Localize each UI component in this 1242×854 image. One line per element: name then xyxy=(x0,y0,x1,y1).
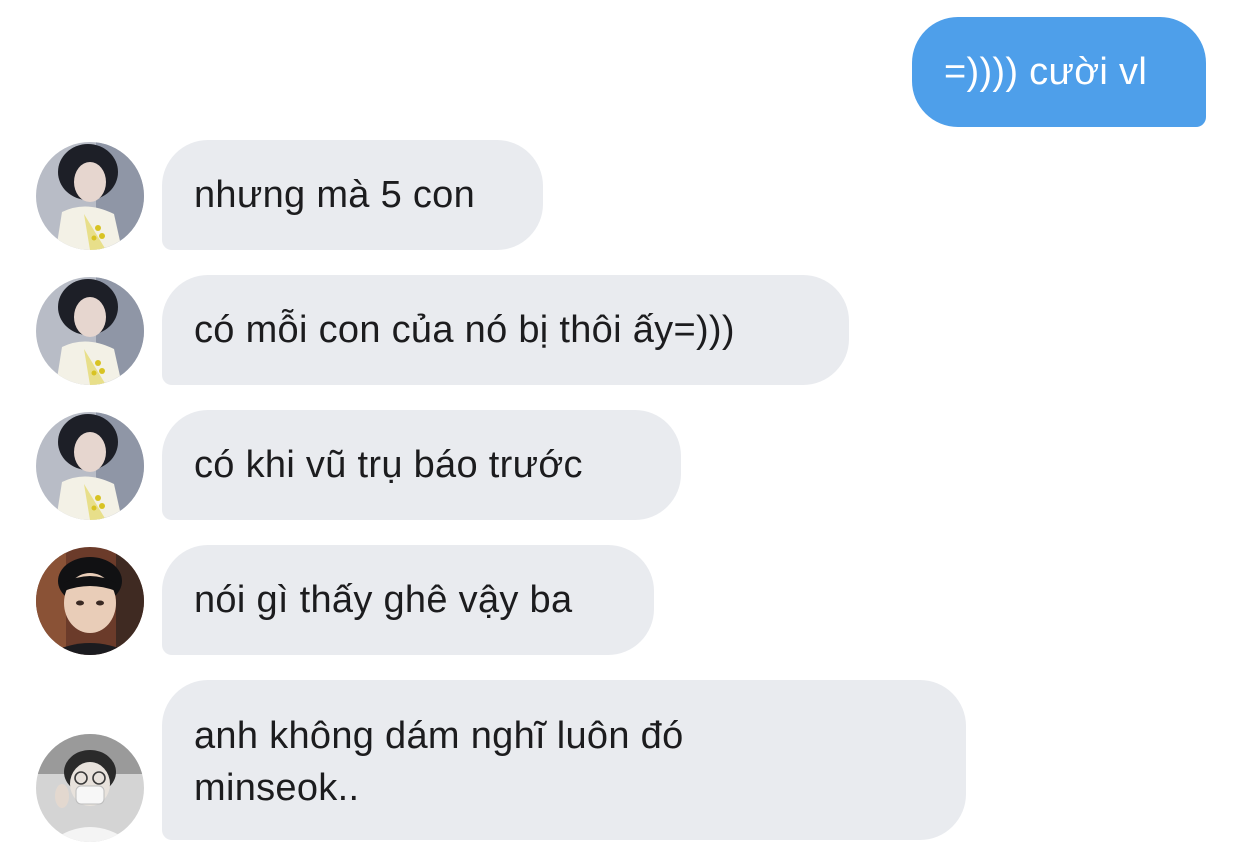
avatar[interactable] xyxy=(36,277,144,385)
avatar[interactable] xyxy=(36,547,144,655)
avatar[interactable] xyxy=(36,412,144,520)
avatar[interactable] xyxy=(36,734,144,842)
incoming-message-bubble[interactable]: nhưng mà 5 con xyxy=(162,140,543,250)
incoming-message-bubble[interactable]: có mỗi con của nó bị thôi ấy=))) xyxy=(162,275,849,385)
message-text: anh không dám nghĩ luôn đó minseok.. xyxy=(194,710,684,814)
incoming-message-bubble[interactable]: nói gì thấy ghê vậy ba xyxy=(162,545,654,655)
person-avatar-icon xyxy=(36,412,144,520)
message-text: nói gì thấy ghê vậy ba xyxy=(194,579,573,621)
person-avatar-icon xyxy=(36,277,144,385)
outgoing-message-bubble[interactable]: =)))) cười vl xyxy=(912,17,1206,127)
avatar[interactable] xyxy=(36,142,144,250)
message-text: =)))) cười vl xyxy=(944,51,1148,93)
incoming-message-bubble[interactable]: anh không dám nghĩ luôn đó minseok.. xyxy=(162,680,966,840)
person-avatar-icon xyxy=(36,142,144,250)
message-text: nhưng mà 5 con xyxy=(194,174,476,216)
incoming-message-bubble[interactable]: có khi vũ trụ báo trước xyxy=(162,410,681,520)
message-line: minseok.. xyxy=(194,767,360,809)
message-line: anh không dám nghĩ luôn đó xyxy=(194,715,684,757)
message-text: có mỗi con của nó bị thôi ấy=))) xyxy=(194,309,735,351)
message-text: có khi vũ trụ báo trước xyxy=(194,444,583,486)
person-avatar-icon xyxy=(36,734,144,842)
person-avatar-icon xyxy=(36,547,144,655)
